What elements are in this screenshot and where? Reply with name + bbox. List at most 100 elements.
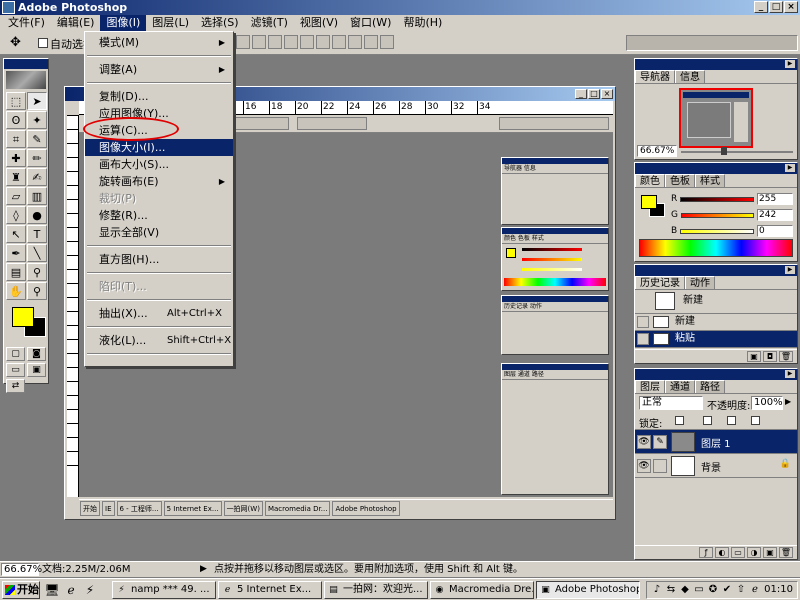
- menu-item-extract[interactable]: 抽出(X)... Alt+Ctrl+X: [85, 305, 233, 322]
- history-snapshot[interactable]: 新建: [635, 290, 797, 314]
- distribute-hcenter-icon[interactable]: [364, 35, 378, 49]
- lock-position-checkbox[interactable]: [727, 416, 736, 425]
- desktop-icon[interactable]: 🖥: [44, 582, 60, 598]
- panel-menu-icon[interactable]: ▶: [785, 370, 795, 378]
- align-bottom-icon[interactable]: [268, 35, 282, 49]
- photoshop-logo[interactable]: [6, 71, 46, 89]
- ie-icon[interactable]: ℯ: [63, 582, 79, 598]
- tray-check-icon[interactable]: ✔: [721, 584, 733, 596]
- align-left-icon[interactable]: [284, 35, 298, 49]
- tray-monitor-icon[interactable]: ▭: [693, 584, 705, 596]
- align-vcenter-icon[interactable]: [252, 35, 266, 49]
- menu-help[interactable]: 帮助(H): [397, 15, 448, 31]
- r-slider[interactable]: [680, 196, 754, 202]
- blur-tool-icon[interactable]: ◊: [6, 206, 26, 224]
- r-value-input[interactable]: [757, 193, 793, 205]
- lock-all-checkbox[interactable]: [751, 416, 760, 425]
- menu-item-histogram[interactable]: 直方图(H)...: [85, 251, 233, 268]
- new-set-icon[interactable]: ▭: [731, 547, 745, 558]
- taskbar-button-folder[interactable]: ▤ 一拍网：欢迎光...: [324, 581, 428, 599]
- clone-stamp-tool-icon[interactable]: ♜: [6, 168, 26, 186]
- palette-well[interactable]: [626, 35, 798, 51]
- doc-close-button[interactable]: ×: [601, 89, 613, 99]
- panel-menu-icon[interactable]: ▶: [785, 266, 795, 274]
- menu-item-mode[interactable]: 模式(M) ▶: [85, 34, 233, 51]
- layer-row[interactable]: 👁 背景 🔒: [635, 454, 797, 478]
- menu-item-reveal-all[interactable]: 显示全部(V): [85, 224, 233, 241]
- menu-item-canvas-size[interactable]: 画布大小(S)...: [85, 156, 233, 173]
- taskbar-button-winamp[interactable]: ⚡ namp *** 49. ...: [112, 581, 216, 599]
- tab-layers[interactable]: 图层: [635, 380, 665, 393]
- blend-mode-select[interactable]: 正常: [639, 396, 703, 410]
- menu-filter[interactable]: 滤镜(T): [245, 15, 294, 31]
- menu-item-liquify[interactable]: 液化(L)... Shift+Ctrl+X: [85, 332, 233, 349]
- tray-ime-icon[interactable]: ◆: [679, 584, 691, 596]
- delete-state-icon[interactable]: 🗑: [779, 351, 793, 362]
- visibility-eye-icon[interactable]: 👁: [637, 435, 651, 449]
- color-spectrum-ramp[interactable]: [639, 239, 793, 257]
- opacity-input[interactable]: 100%: [751, 396, 783, 410]
- path-selection-tool-icon[interactable]: ↖: [6, 225, 26, 243]
- tray-network-icon[interactable]: ⇆: [665, 584, 677, 596]
- tray-antivirus-icon[interactable]: ✪: [707, 584, 719, 596]
- history-state[interactable]: 新建: [635, 314, 797, 331]
- lock-transparency-checkbox[interactable]: [675, 416, 684, 425]
- panel-titlebar[interactable]: ▶: [635, 59, 797, 70]
- navigator-zoom-field[interactable]: 66.67%: [637, 145, 677, 157]
- pen-tool-icon[interactable]: ✒: [6, 244, 26, 262]
- history-brush-source-checkbox[interactable]: [637, 316, 649, 328]
- distribute-vcenter-icon[interactable]: [316, 35, 330, 49]
- taskbar-button-dreamweaver[interactable]: ◉ Macromedia Dre...: [430, 581, 534, 599]
- menu-item-duplicate[interactable]: 复制(D)...: [85, 88, 233, 105]
- type-tool-icon[interactable]: T: [27, 225, 47, 243]
- link-slot-icon[interactable]: [653, 459, 667, 473]
- tray-speaker-icon[interactable]: ♪: [651, 584, 663, 596]
- panel-menu-icon[interactable]: ▶: [785, 60, 795, 68]
- brush-tool-icon[interactable]: ✏: [27, 149, 47, 167]
- menu-image[interactable]: 图像(I): [100, 15, 147, 31]
- quickmask-mode-icon[interactable]: ◙: [27, 347, 46, 361]
- eraser-tool-icon[interactable]: ▱: [6, 187, 26, 205]
- g-value-input[interactable]: [757, 209, 793, 221]
- menu-select[interactable]: 选择(S): [195, 15, 245, 31]
- winamp-icon[interactable]: ⚡: [82, 582, 98, 598]
- tab-history[interactable]: 历史记录: [635, 276, 685, 289]
- tab-actions[interactable]: 动作: [685, 276, 715, 289]
- new-layer-icon[interactable]: ▣: [763, 547, 777, 558]
- new-document-from-state-icon[interactable]: ▣: [747, 351, 761, 362]
- move-tool-icon[interactable]: ✥: [10, 36, 26, 50]
- delete-layer-icon[interactable]: 🗑: [779, 547, 793, 558]
- navigator-thumbnail[interactable]: [679, 88, 753, 148]
- status-menu-arrow-icon[interactable]: ▶: [200, 564, 207, 574]
- healing-brush-tool-icon[interactable]: ✚: [6, 149, 26, 167]
- toolbox-titlebar[interactable]: [4, 59, 48, 69]
- taskbar-button-photoshop[interactable]: ▣ Adobe Photoshop: [536, 581, 640, 599]
- status-zoom-field[interactable]: 66.67%: [1, 563, 42, 576]
- menu-view[interactable]: 视图(V): [294, 15, 344, 31]
- align-top-icon[interactable]: [236, 35, 250, 49]
- layer-row[interactable]: 👁 ✎ 图层 1: [635, 430, 797, 454]
- distribute-bottom-icon[interactable]: [332, 35, 346, 49]
- tab-color[interactable]: 颜色: [635, 174, 665, 187]
- visibility-eye-icon[interactable]: 👁: [637, 459, 651, 473]
- notes-tool-icon[interactable]: ▤: [6, 263, 26, 281]
- move-tool-icon[interactable]: ➤: [27, 92, 47, 110]
- color-foreground-swatch[interactable]: [641, 195, 657, 209]
- gradient-tool-icon[interactable]: ▥: [27, 187, 47, 205]
- distribute-right-icon[interactable]: [380, 35, 394, 49]
- menu-edit[interactable]: 编辑(E): [51, 15, 101, 31]
- standard-mode-icon[interactable]: ▢: [6, 347, 25, 361]
- jump-to-imageready-icon[interactable]: ⇄: [6, 379, 25, 393]
- tab-info[interactable]: 信息: [675, 70, 705, 83]
- menu-window[interactable]: 窗口(W): [344, 15, 397, 31]
- app-titlebar[interactable]: Adobe Photoshop _ □ ×: [0, 0, 800, 15]
- new-snapshot-icon[interactable]: ◘: [763, 351, 777, 362]
- start-button[interactable]: 开始: [2, 581, 40, 599]
- menu-item-rotate-canvas[interactable]: 旋转画布(E) ▶: [85, 173, 233, 190]
- tab-swatches[interactable]: 色板: [665, 174, 695, 187]
- zoom-tool-icon[interactable]: ⚲: [27, 282, 47, 300]
- history-brush-source-checkbox[interactable]: [637, 333, 649, 345]
- magic-wand-tool-icon[interactable]: ✦: [27, 111, 47, 129]
- g-slider[interactable]: [680, 212, 754, 218]
- lock-pixels-checkbox[interactable]: [703, 416, 712, 425]
